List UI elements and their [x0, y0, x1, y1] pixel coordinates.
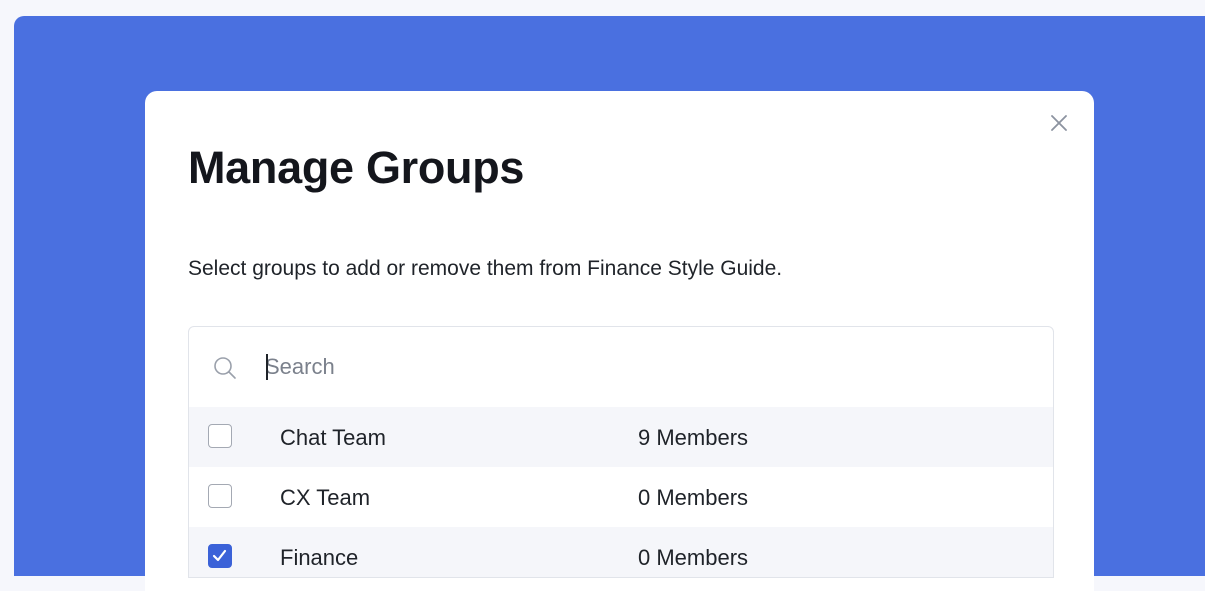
group-checkbox[interactable]: [208, 484, 232, 508]
group-name: CX Team: [280, 485, 371, 510]
search-icon: [214, 357, 236, 379]
group-list: Chat Team9 MembersCX Team0 MembersFinanc…: [188, 326, 1054, 578]
group-member-count: 0 Members: [638, 485, 749, 510]
group-name: Chat Team: [280, 425, 386, 450]
group-row[interactable]: CX Team 0 Members: [189, 467, 1053, 527]
group-checkbox[interactable]: [208, 544, 232, 568]
close-button[interactable]: [1049, 113, 1069, 133]
group-checkbox[interactable]: [208, 424, 232, 448]
group-member-count: 9 Members: [638, 425, 749, 450]
search-bar: [189, 327, 1053, 408]
text-caret: [266, 354, 268, 380]
close-icon: [1051, 115, 1067, 131]
group-row[interactable]: Finance 0 Members: [189, 527, 1053, 577]
group-member-count: 0 Members: [638, 545, 749, 570]
group-row[interactable]: Chat Team 9 Members: [189, 407, 1053, 467]
search-input[interactable]: [265, 351, 1025, 383]
dialog-description: Select groups to add or remove them from…: [188, 257, 783, 280]
checkmark-icon: [212, 549, 227, 562]
group-name: Finance: [280, 545, 359, 570]
dialog-title: Manage Groups: [188, 142, 525, 193]
